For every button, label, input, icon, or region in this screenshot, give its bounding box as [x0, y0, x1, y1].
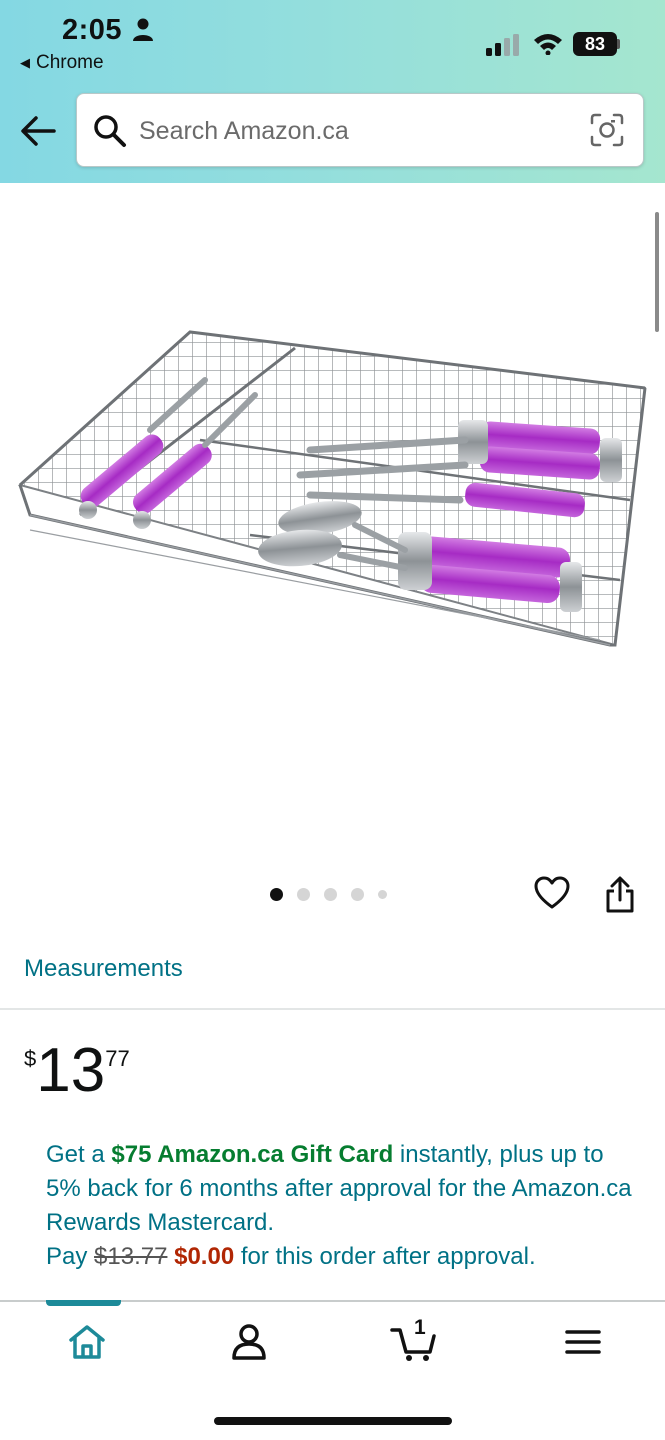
promo-pay-suffix: for this order after approval.	[234, 1243, 536, 1270]
promo-prefix: Get a	[46, 1141, 112, 1168]
back-to-app-link[interactable]: ◀ Chrome	[20, 52, 104, 74]
share-icon[interactable]	[604, 876, 636, 914]
price-fraction: 77	[105, 1046, 130, 1071]
carousel-dot[interactable]	[378, 890, 387, 899]
cart-count-badge: 1	[414, 1316, 426, 1339]
credit-card-promo[interactable]: Get a $75 Amazon.ca Gift Card instantly,…	[46, 1138, 636, 1274]
account-icon[interactable]	[224, 1322, 274, 1362]
price-whole: 13	[36, 1036, 106, 1105]
price-currency: $	[24, 1046, 37, 1071]
cellular-signal-icon	[486, 34, 519, 56]
promo-pay-label: Pay	[46, 1243, 95, 1270]
back-app-label: Chrome	[36, 52, 104, 73]
camera-search-icon[interactable]	[589, 112, 625, 148]
product-image[interactable]	[10, 300, 655, 660]
home-icon[interactable]	[62, 1322, 112, 1362]
carousel-dot[interactable]	[324, 888, 337, 901]
carousel-dot[interactable]	[297, 888, 310, 901]
section-divider	[0, 1008, 665, 1010]
active-tab-indicator	[46, 1300, 121, 1306]
heart-icon[interactable]	[534, 876, 570, 910]
search-bar[interactable]	[76, 93, 644, 167]
image-carousel-dots[interactable]	[270, 888, 387, 901]
menu-icon[interactable]	[558, 1322, 608, 1362]
cart-icon[interactable]	[388, 1322, 438, 1362]
battery-tip	[617, 39, 620, 49]
search-input[interactable]	[139, 112, 569, 150]
status-time: 2:05	[62, 14, 123, 46]
promo-gift-card: $75 Amazon.ca Gift Card	[111, 1141, 394, 1168]
wifi-icon	[534, 34, 562, 55]
measurements-link[interactable]: Measurements	[24, 955, 183, 983]
promo-old-price: $13.77	[94, 1243, 168, 1270]
back-arrow-icon[interactable]	[20, 115, 56, 147]
carousel-dot[interactable]	[270, 888, 283, 901]
search-icon	[94, 115, 126, 147]
top-header: 2:05 ◀ Chrome 83	[0, 0, 665, 183]
promo-new-price: $0.00	[174, 1243, 235, 1270]
product-price: $ 13 77	[24, 1038, 130, 1104]
back-triangle-icon: ◀	[20, 55, 30, 70]
person-icon	[133, 18, 153, 41]
battery-indicator: 83	[573, 32, 617, 56]
scroll-indicator	[655, 212, 659, 332]
carousel-dot[interactable]	[351, 888, 364, 901]
home-indicator	[214, 1417, 452, 1425]
